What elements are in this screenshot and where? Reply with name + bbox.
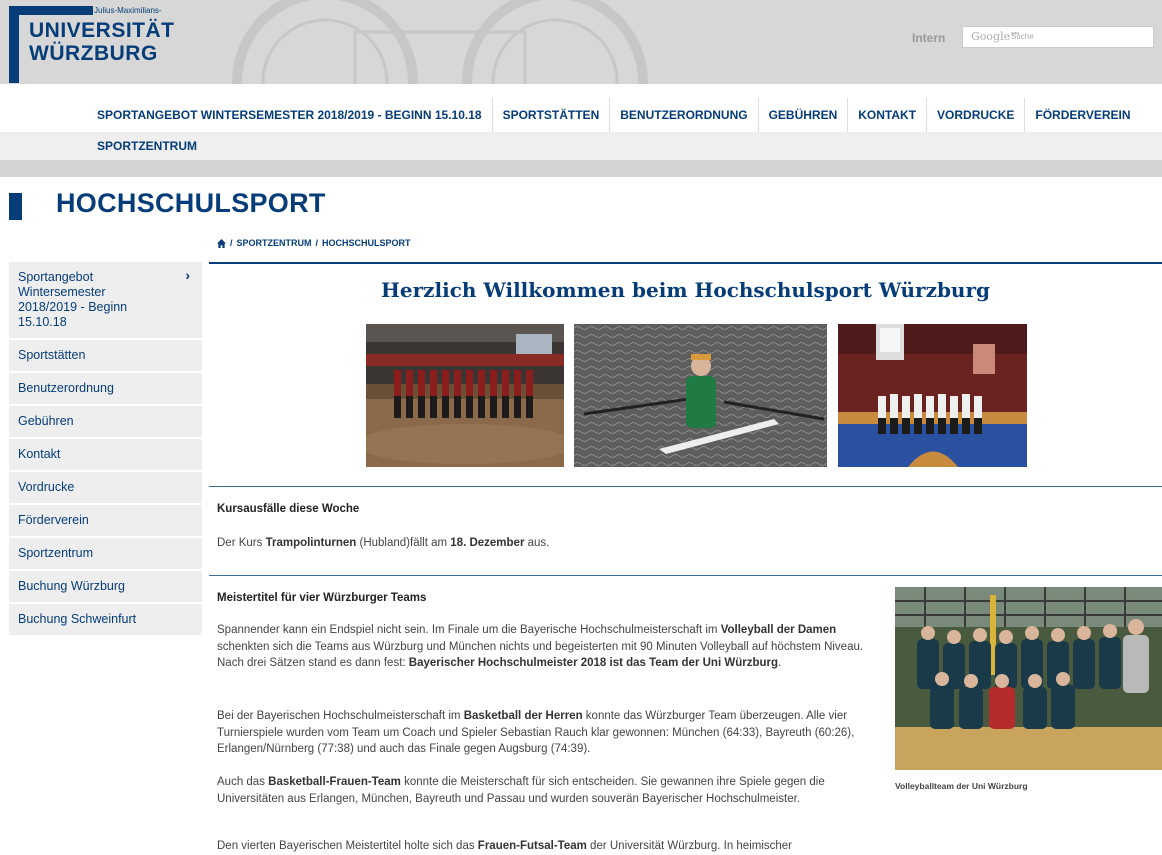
breadcrumb-separator: / (315, 238, 319, 248)
sidebar-item-buchung-wuerzburg[interactable]: Buchung Würzburg (9, 571, 202, 602)
article-paragraph: Auch das Basketball-Frauen-Team konnte d… (217, 776, 825, 805)
nav-divider (0, 160, 1162, 177)
photo-rowing (574, 324, 827, 467)
title-marker (9, 193, 22, 220)
logo-subtitle: Julius-Maximilians- (94, 6, 162, 15)
breadcrumb: / SPORTZENTRUM / HOCHSCHULSPORT (217, 238, 411, 248)
sidebar-item-sportangebot[interactable]: Sportangebot Wintersemester 2018/2019 - … (9, 262, 202, 338)
photo-basketball-team (838, 324, 1027, 467)
breadcrumb-item-sportzentrum[interactable]: SPORTZENTRUM (237, 238, 312, 248)
university-seal-watermark (232, 0, 648, 84)
logo-text-line2: WÜRZBURG (29, 42, 158, 65)
kurs-text: Der Kurs Trampolinturnen (Hubland)fällt … (217, 537, 550, 549)
meister-heading: Meistertitel für vier Würzburger Teams (217, 592, 427, 604)
photo-team-lineup (366, 324, 564, 467)
nav-item-sportangebot[interactable]: SPORTANGEBOT WINTERSEMESTER 2018/2019 - … (87, 98, 493, 132)
photo-caption: Volleyballteam der Uni Würzburg (895, 781, 1028, 791)
logo-bar (9, 6, 19, 83)
top-navigation: SPORTANGEBOT WINTERSEMESTER 2018/2019 - … (0, 84, 1162, 177)
sidebar-item-sportzentrum[interactable]: Sportzentrum (9, 538, 202, 569)
nav-item-kontakt[interactable]: KONTAKT (848, 98, 928, 132)
nav-item-gebuehren[interactable]: GEBÜHREN (759, 98, 849, 132)
top-navigation-row-2: SPORTZENTRUM (0, 132, 1162, 160)
sidebar-navigation: Sportangebot Wintersemester 2018/2019 - … (9, 262, 202, 637)
nav-item-sportstaetten[interactable]: SPORTSTÄTTEN (493, 98, 611, 132)
page-title: HOCHSCHULSPORT (56, 188, 326, 218)
sidebar-item-sportstaetten[interactable]: Sportstätten (9, 340, 202, 371)
nav-item-foerderverein[interactable]: FÖRDERVEREIN (1025, 98, 1140, 132)
section-divider (209, 575, 1162, 576)
sidebar-item-benutzerordnung[interactable]: Benutzerordnung (9, 373, 202, 404)
section-divider (209, 486, 1162, 487)
article-paragraph: Den vierten Bayerischen Meistertitel hol… (217, 840, 793, 852)
intern-link[interactable]: Intern (912, 31, 945, 45)
sidebar-item-foerderverein[interactable]: Förderverein (9, 505, 202, 536)
chevron-right-icon: › (185, 267, 190, 283)
sidebar-item-kontakt[interactable]: Kontakt (9, 439, 202, 470)
kurs-heading: Kursausfälle diese Woche (217, 503, 360, 515)
welcome-heading: Herzlich Willkommen beim Hochschulsport … (380, 278, 990, 302)
search-input[interactable]: Google™ Suche (962, 26, 1154, 48)
home-icon[interactable] (217, 239, 226, 248)
breadcrumb-separator: / (230, 238, 233, 248)
sidebar-item-label: Sportangebot Wintersemester 2018/2019 - … (18, 270, 128, 329)
article-paragraph: Bei der Bayerischen Hochschulmeisterscha… (217, 710, 855, 755)
nav-item-benutzerordnung[interactable]: BENUTZERORDNUNG (610, 98, 759, 132)
university-logo[interactable]: Julius-Maximilians- UNIVERSITÄT WÜRZBURG (9, 6, 189, 83)
article-paragraph: Spannender kann ein Endspiel nicht sein.… (217, 624, 864, 669)
sidebar-item-vordrucke[interactable]: Vordrucke (9, 472, 202, 503)
top-navigation-row: SPORTANGEBOT WINTERSEMESTER 2018/2019 - … (87, 98, 1141, 132)
logo-text-line1: UNIVERSITÄT (29, 19, 175, 42)
photo-volleyball-team (895, 587, 1162, 770)
sidebar-item-buchung-schweinfurt[interactable]: Buchung Schweinfurt (9, 604, 202, 635)
breadcrumb-item-hochschulsport[interactable]: HOCHSCHULSPORT (322, 238, 411, 248)
logo-bar (9, 6, 93, 15)
search-placeholder: Suche (1011, 32, 1034, 41)
breadcrumb-divider (209, 262, 1162, 264)
site-header: Julius-Maximilians- UNIVERSITÄT WÜRZBURG… (0, 0, 1162, 84)
nav-item-vordrucke[interactable]: VORDRUCKE (927, 98, 1026, 132)
nav-item-sportzentrum[interactable]: SPORTZENTRUM (87, 132, 207, 160)
sidebar-item-gebuehren[interactable]: Gebühren (9, 406, 202, 437)
